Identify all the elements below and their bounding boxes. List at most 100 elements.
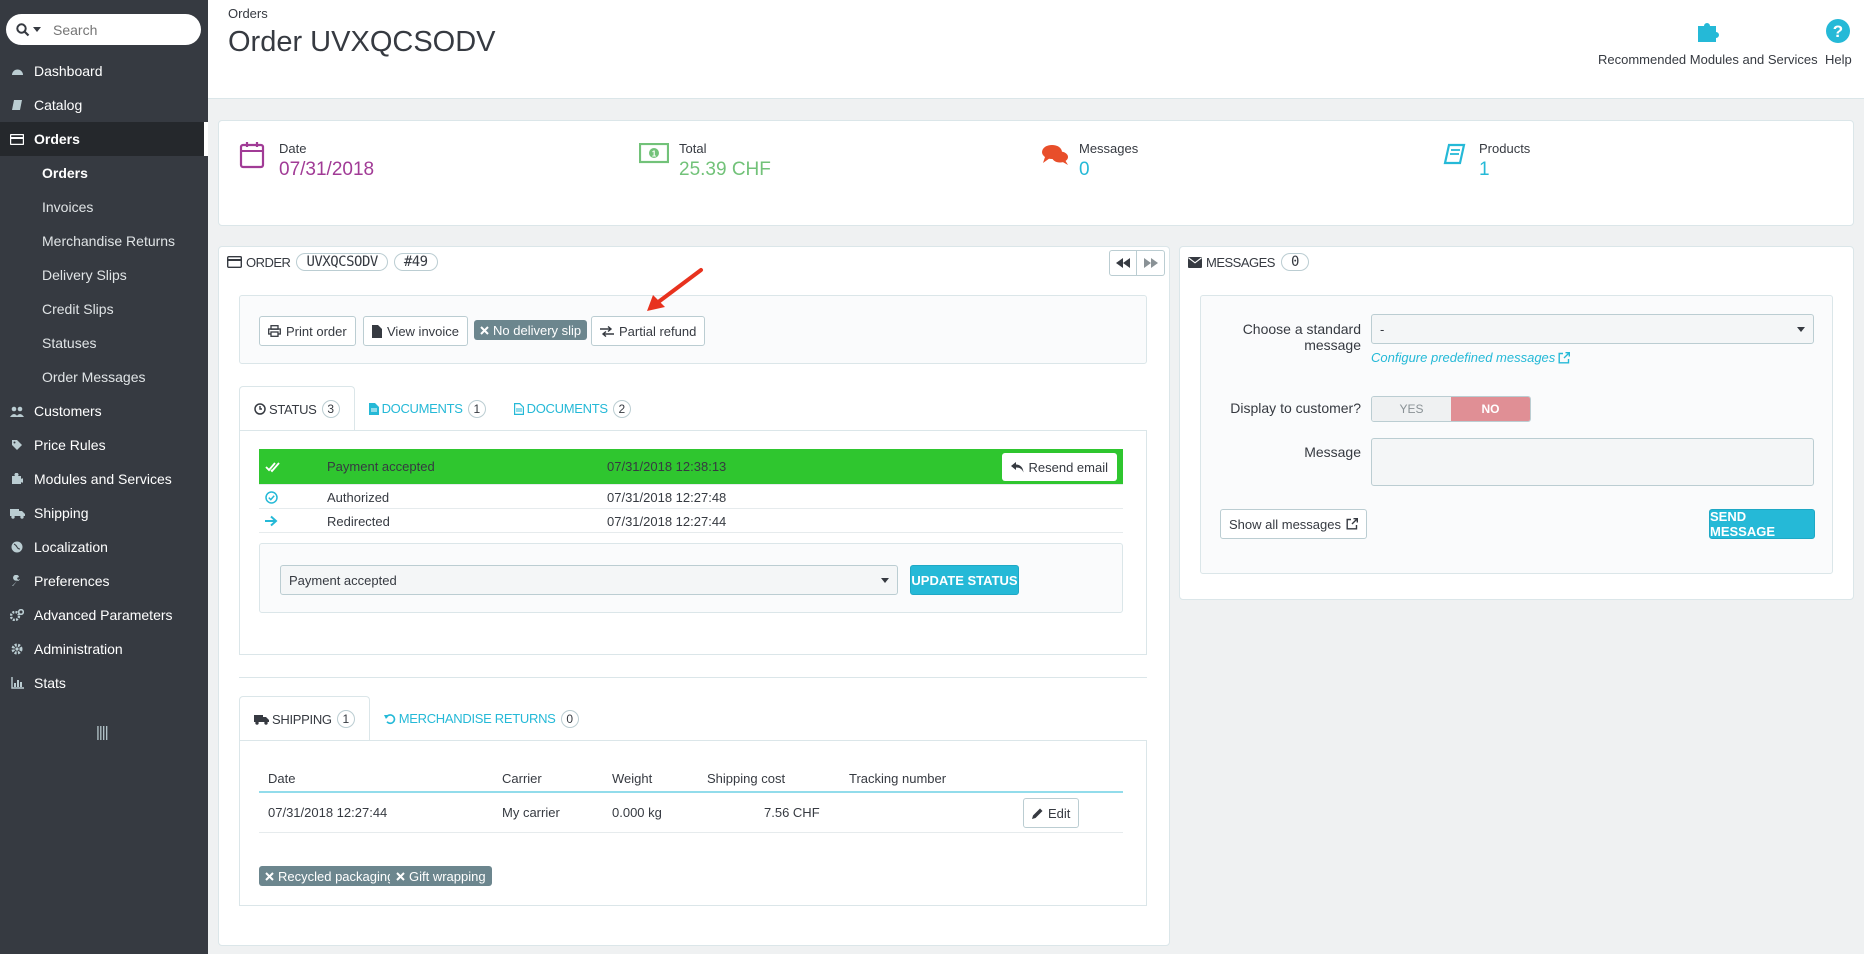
switch-yes-option[interactable]: YES: [1372, 397, 1451, 421]
submenu-item-credit-slips[interactable]: Credit Slips: [0, 292, 208, 326]
menu-item-localization[interactable]: Localization: [0, 530, 208, 564]
forward-icon: [1143, 258, 1158, 268]
calendar-icon: [239, 142, 265, 169]
message-label: Message: [1304, 444, 1361, 460]
collapse-menu-icon[interactable]: ||||: [96, 724, 109, 741]
wrench-icon: [0, 575, 34, 587]
show-all-messages-button[interactable]: Show all messages: [1220, 509, 1367, 539]
chevron-down-icon: [881, 578, 889, 583]
close-icon: [265, 871, 274, 881]
recommended-modules-button[interactable]: Recommended Modules and Services: [1598, 18, 1818, 67]
sidebar: Dashboard Catalog Orders Orders Invoices…: [0, 0, 208, 954]
submenu-item-invoices[interactable]: Invoices: [0, 190, 208, 224]
standard-message-select[interactable]: -: [1371, 314, 1814, 344]
truck-icon: [254, 714, 269, 725]
status-select[interactable]: Payment accepted: [280, 565, 898, 595]
history-row: Payment accepted 07/31/2018 12:38:13 Res…: [259, 449, 1123, 485]
money-icon: 1: [639, 143, 669, 164]
partial-refund-button[interactable]: Partial refund: [591, 316, 706, 346]
display-to-customer-label: Display to customer?: [1230, 400, 1361, 416]
catalog-icon: [0, 99, 34, 111]
resend-email-button[interactable]: Resend email: [1001, 453, 1117, 481]
menu-item-modules[interactable]: Modules and Services: [0, 462, 208, 496]
menu-item-stats[interactable]: Stats: [0, 666, 208, 700]
order-panel-heading: ORDER UVXQCSODV #49: [227, 253, 438, 271]
page-header: Orders Order UVXQCSODV Recommended Modul…: [208, 0, 1864, 99]
cogs-icon: [0, 609, 34, 621]
menu-item-advanced-parameters[interactable]: Advanced Parameters: [0, 598, 208, 632]
status-history-table: Payment accepted 07/31/2018 12:38:13 Res…: [259, 449, 1123, 535]
menu-item-catalog[interactable]: Catalog: [0, 88, 208, 122]
order-reference-badge: UVXQCSODV: [296, 253, 388, 271]
status-tabs: STATUS 3 DOCUMENTS 1 DOCUMENTS 2: [239, 386, 645, 431]
update-status-button[interactable]: UPDATE STATUS: [910, 565, 1019, 595]
kpi-date: Date 07/31/2018: [239, 141, 374, 181]
messages-count-badge: 0: [1280, 253, 1309, 271]
customers-icon: [0, 406, 34, 417]
recycled-packaging-label: Recycled packaging: [259, 866, 401, 886]
search-icon[interactable]: [6, 22, 41, 37]
next-order-button[interactable]: [1137, 250, 1165, 276]
tab-documents-2[interactable]: DOCUMENTS 2: [500, 386, 645, 431]
file-text-outline-icon: [513, 402, 524, 415]
submenu-item-delivery-slips[interactable]: Delivery Slips: [0, 258, 208, 292]
undo-icon: [383, 713, 395, 724]
chevron-down-icon: [1797, 327, 1805, 332]
kpi-total: 1 Total 25.39 CHF: [639, 141, 771, 181]
comments-icon: [1042, 145, 1068, 165]
view-invoice-button[interactable]: View invoice: [363, 316, 469, 346]
menu-item-shipping[interactable]: Shipping: [0, 496, 208, 530]
menu-item-price-rules[interactable]: Price Rules: [0, 428, 208, 462]
file-icon: [372, 324, 382, 338]
svg-text:?: ?: [1833, 22, 1843, 41]
status-tab-content: Payment accepted 07/31/2018 12:38:13 Res…: [239, 430, 1147, 655]
arrow-right-icon: [265, 515, 278, 527]
switch-no-option[interactable]: NO: [1451, 397, 1530, 421]
order-number-badge: #49: [393, 253, 438, 271]
submenu-item-order-messages[interactable]: Order Messages: [0, 360, 208, 394]
page-title: Order UVXQCSODV: [228, 26, 496, 58]
menu-item-dashboard[interactable]: Dashboard: [0, 54, 208, 88]
submenu-item-statuses[interactable]: Statuses: [0, 326, 208, 360]
gear-icon: [0, 643, 34, 655]
history-row: Authorized 07/31/2018 12:27:48: [259, 486, 1123, 509]
help-button[interactable]: ? Help: [1825, 18, 1852, 67]
book-icon: [1443, 143, 1466, 165]
help-icon: ?: [1826, 19, 1851, 43]
submenu-item-merchandise-returns[interactable]: Merchandise Returns: [0, 224, 208, 258]
previous-order-button[interactable]: [1109, 250, 1137, 276]
tab-shipping[interactable]: SHIPPING 1: [239, 696, 370, 741]
menu-item-orders[interactable]: Orders: [0, 122, 208, 156]
messages-panel: MESSAGES 0 Choose a standard message - Co…: [1179, 246, 1854, 600]
display-to-customer-switch[interactable]: YES NO: [1371, 396, 1531, 422]
messages-panel-heading: MESSAGES 0: [1188, 253, 1309, 271]
close-icon: [396, 871, 405, 881]
history-row: Redirected 07/31/2018 12:27:44: [259, 510, 1123, 533]
orders-icon: [0, 133, 34, 145]
print-order-button[interactable]: Print order: [259, 316, 356, 346]
tab-documents[interactable]: DOCUMENTS 1: [355, 386, 500, 431]
menu-item-administration[interactable]: Administration: [0, 632, 208, 666]
tab-merchandise-returns[interactable]: MERCHANDISE RETURNS 0: [370, 696, 593, 741]
main-menu: Dashboard Catalog Orders Orders Invoices…: [0, 54, 208, 700]
configure-messages-link[interactable]: Configure predefined messages: [1371, 350, 1571, 365]
check-circle-icon: [265, 490, 278, 504]
menu-item-customers[interactable]: Customers: [0, 394, 208, 428]
divider: [239, 677, 1147, 678]
message-textarea[interactable]: [1371, 438, 1814, 486]
menu-item-preferences[interactable]: Preferences: [0, 564, 208, 598]
search-input[interactable]: [53, 21, 173, 38]
submenu-item-orders[interactable]: Orders: [0, 156, 208, 190]
globe-icon: [0, 541, 34, 553]
send-message-button[interactable]: SEND MESSAGE: [1709, 509, 1815, 539]
edit-shipping-button[interactable]: Edit: [1023, 798, 1080, 828]
backward-icon: [1116, 258, 1130, 268]
svg-text:1: 1: [652, 150, 657, 159]
reply-icon: [1010, 461, 1023, 472]
tab-status[interactable]: STATUS 3: [239, 386, 355, 431]
column-header-weight: Weight: [612, 771, 653, 786]
clock-icon: [254, 403, 266, 415]
no-delivery-slip-label: No delivery slip: [474, 320, 588, 340]
dashboard-icon: [0, 65, 34, 77]
breadcrumb[interactable]: Orders: [228, 6, 268, 21]
